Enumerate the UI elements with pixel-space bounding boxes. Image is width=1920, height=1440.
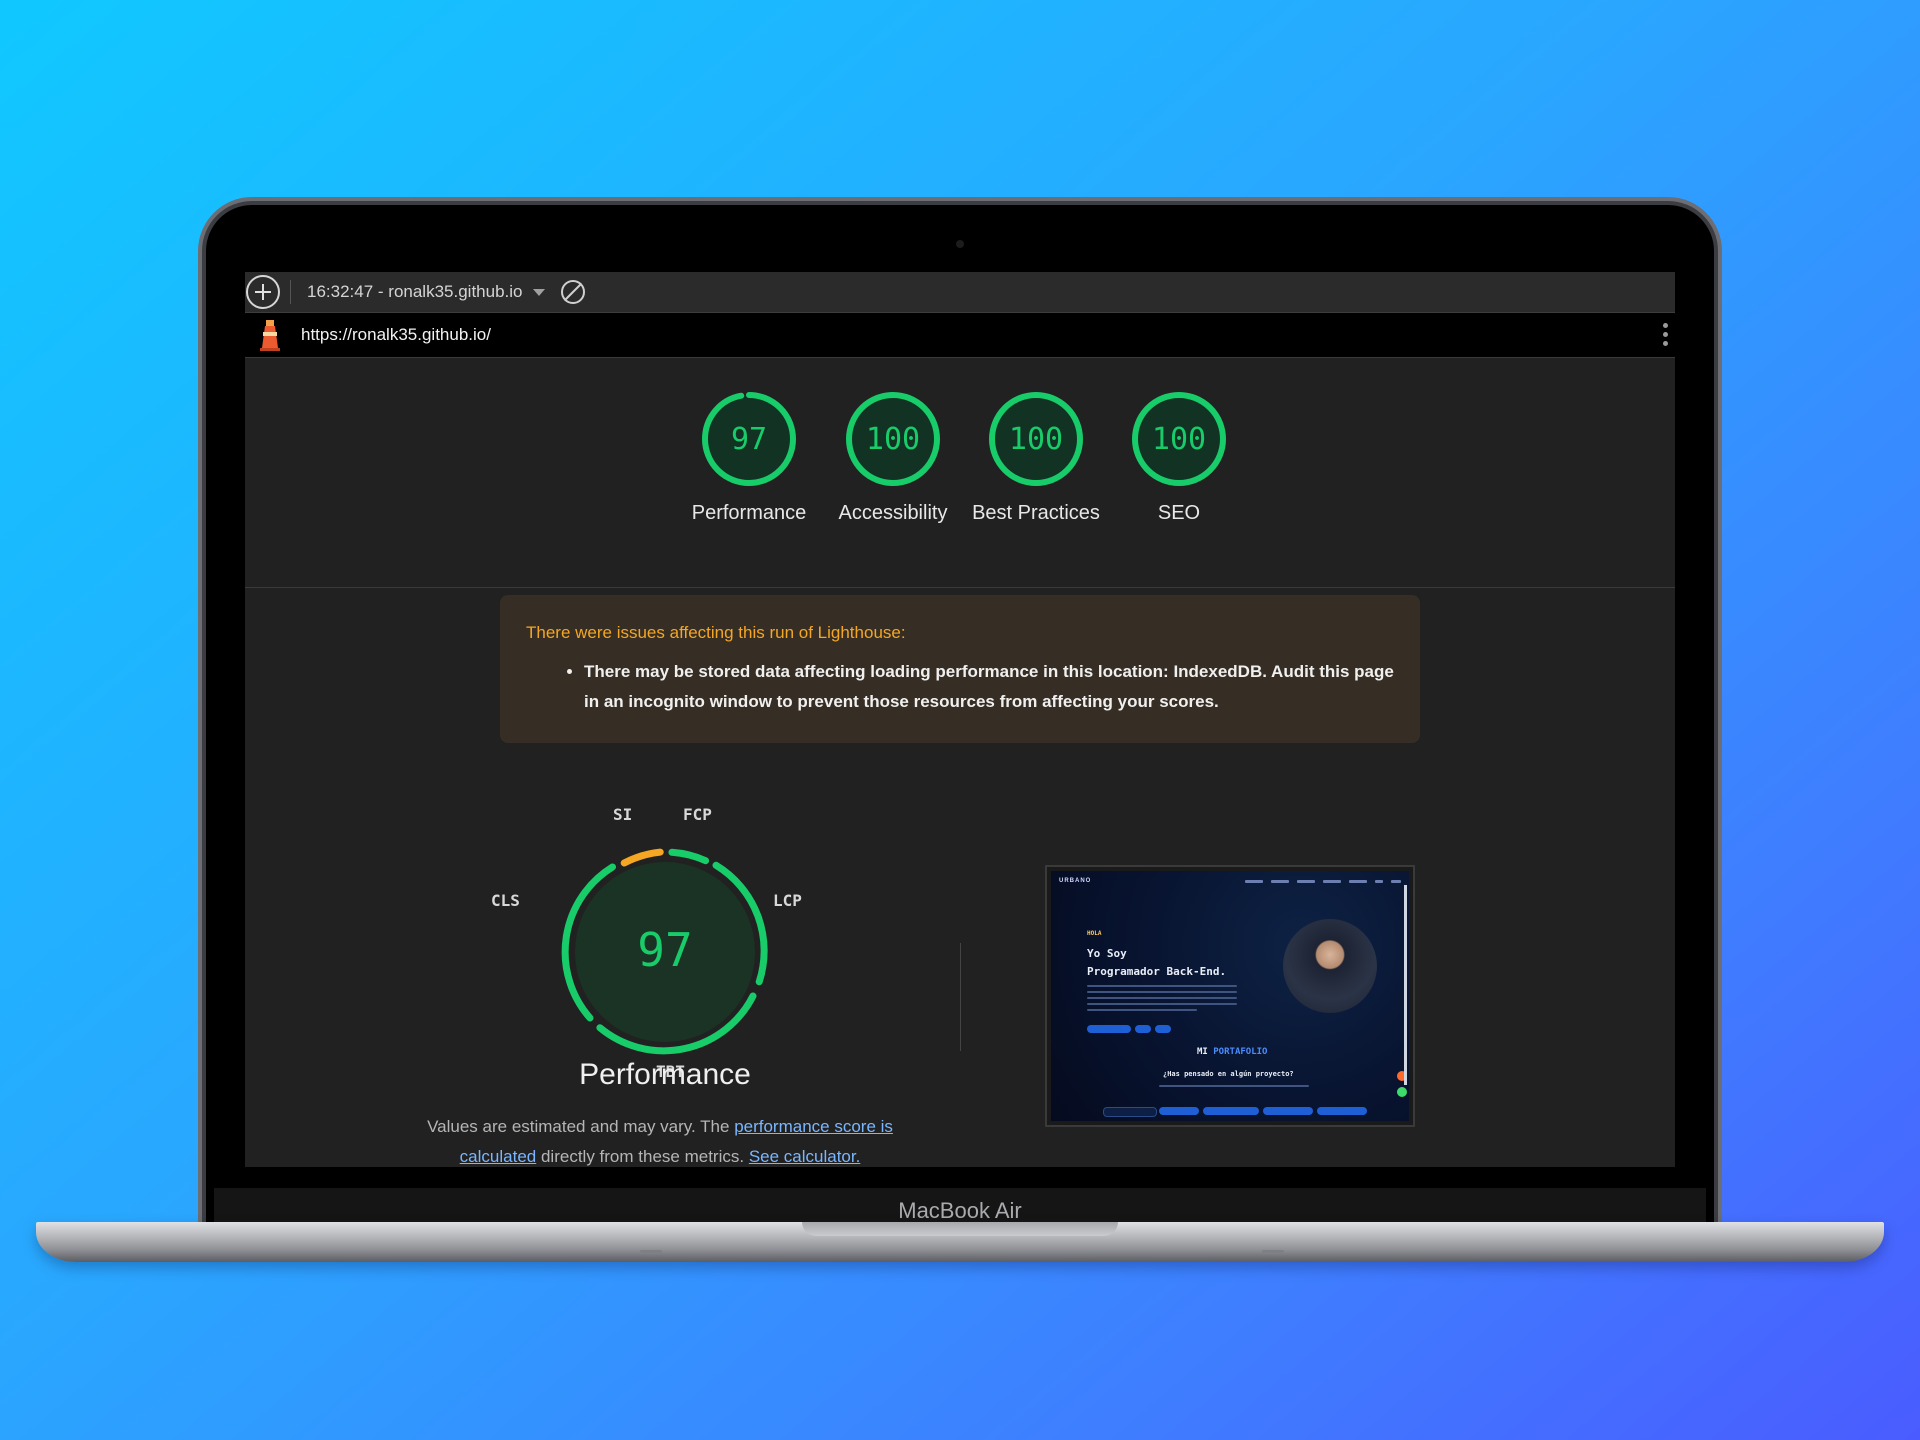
- thumb-button: [1155, 1025, 1171, 1033]
- devtools-toolbar: 16:32:47 - ronalk35.github.io: [245, 272, 1675, 313]
- si-segment: [620, 848, 664, 867]
- metric-label-si: SI: [613, 805, 633, 824]
- chevron-down-icon[interactable]: [532, 288, 545, 296]
- gauge-score: 97: [730, 421, 768, 457]
- thumb-nav-item: [1271, 879, 1289, 883]
- thumb-line2: Programador Back-End.: [1087, 965, 1227, 978]
- thumb-button: [1135, 1025, 1151, 1033]
- more-options-icon[interactable]: [1663, 323, 1669, 349]
- gauge-score: 100: [1151, 421, 1207, 457]
- laptop-foot: [1262, 1250, 1284, 1253]
- thumb-float-button: [1397, 1087, 1407, 1097]
- thumb-line1: Yo Soy: [1087, 947, 1127, 960]
- thumb-section-title: MI PORTAFOLIO: [1197, 1047, 1268, 1057]
- metric-label-cls: CLS: [491, 891, 520, 910]
- thumb-paragraph-line: [1087, 1009, 1197, 1011]
- new-report-button[interactable]: [246, 275, 280, 309]
- gauge-score: 100: [865, 421, 921, 457]
- lighthouse-logo-icon: [257, 318, 283, 352]
- gauge-accessibility[interactable]: 100: [843, 389, 943, 489]
- thumb-paragraph-line: [1087, 985, 1237, 987]
- webcam: [956, 240, 964, 248]
- warning-item: There may be stored data affecting loadi…: [584, 657, 1394, 717]
- warning-list: There may be stored data affecting loadi…: [526, 657, 1394, 717]
- laptop-opening-notch: [802, 1222, 1118, 1236]
- thumb-paragraph-line: [1087, 997, 1237, 999]
- thumb-profile-photo: [1283, 919, 1377, 1013]
- thumb-button: [1087, 1025, 1131, 1033]
- thumb-question: ¿Has pensado en algún proyecto?: [1163, 1070, 1294, 1078]
- gauge-label-accessibility: Accessibility: [838, 502, 948, 524]
- thumb-nav-item: [1391, 879, 1401, 883]
- performance-note: Values are estimated and may vary. The p…: [405, 1112, 915, 1167]
- vertical-divider: [960, 943, 961, 1051]
- see-calculator-link[interactable]: See calculator.: [749, 1147, 861, 1166]
- gauge-best-practices[interactable]: 100: [986, 389, 1086, 489]
- warning-title: There were issues affecting this run of …: [526, 623, 906, 642]
- thumb-footer-button: [1203, 1107, 1259, 1115]
- report-url-bar: https://ronalk35.github.io/: [245, 313, 1675, 358]
- report-selector[interactable]: 16:32:47 - ronalk35.github.io: [307, 282, 523, 302]
- thumb-paragraph-line: [1087, 991, 1237, 993]
- clear-block-icon[interactable]: [560, 280, 585, 304]
- note-text: Values are estimated and may vary. The: [427, 1117, 730, 1136]
- thumb-nav: URBANO: [1059, 877, 1401, 885]
- plus-icon: [255, 284, 271, 300]
- performance-title: Performance: [579, 1058, 751, 1091]
- metric-label-lcp: LCP: [773, 891, 802, 910]
- toolbar-separator: [290, 280, 291, 304]
- performance-metrics-gauge: SI FCP LCP TBT CLS 97: [491, 797, 815, 1097]
- gauge-score: 100: [1008, 421, 1064, 457]
- thumb-footer-button: [1263, 1107, 1313, 1115]
- thumb-subtext-line: [1159, 1085, 1309, 1087]
- thumb-nav-item: [1349, 879, 1367, 883]
- report-url[interactable]: https://ronalk35.github.io/: [301, 325, 491, 345]
- thumb-scrollbar: [1404, 885, 1407, 1085]
- gauge-label-best-practices: Best Practices: [972, 502, 1100, 524]
- final-screenshot-thumbnail[interactable]: URBANO HOLA Yo Soy Programador Back-End.: [1045, 865, 1415, 1127]
- warning-box: There were issues affecting this run of …: [500, 595, 1420, 743]
- thumb-footer-button: [1103, 1107, 1157, 1117]
- thumb-nav-item: [1297, 879, 1315, 883]
- metric-label-fcp: FCP: [683, 805, 712, 824]
- laptop-foot: [640, 1250, 662, 1253]
- fcp-segment: [668, 848, 710, 865]
- gauge-performance[interactable]: 97: [699, 389, 799, 489]
- laptop-model-label: MacBook Air: [898, 1198, 1022, 1223]
- gauge-label-seo: SEO: [1157, 502, 1201, 524]
- gauge-label-performance: Performance: [691, 502, 807, 524]
- thumb-nav-item: [1323, 879, 1341, 883]
- thumb-logo: URBANO: [1059, 878, 1092, 884]
- thumbnail-page: URBANO HOLA Yo Soy Programador Back-End.: [1051, 871, 1409, 1121]
- thumb-nav-item: [1375, 879, 1383, 883]
- note-text-mid: directly from these metrics.: [540, 1147, 745, 1166]
- screen: 16:32:47 - ronalk35.github.io https://ro…: [245, 272, 1675, 1167]
- thumb-paragraph-line: [1087, 1003, 1237, 1005]
- section-divider: [245, 587, 1675, 588]
- thumb-greeting: HOLA: [1087, 930, 1102, 937]
- thumb-footer-button: [1159, 1107, 1199, 1115]
- thumb-footer-button: [1317, 1107, 1367, 1115]
- performance-score: 97: [637, 923, 693, 977]
- gauge-seo[interactable]: 100: [1129, 389, 1229, 489]
- thumb-nav-item: [1245, 879, 1263, 883]
